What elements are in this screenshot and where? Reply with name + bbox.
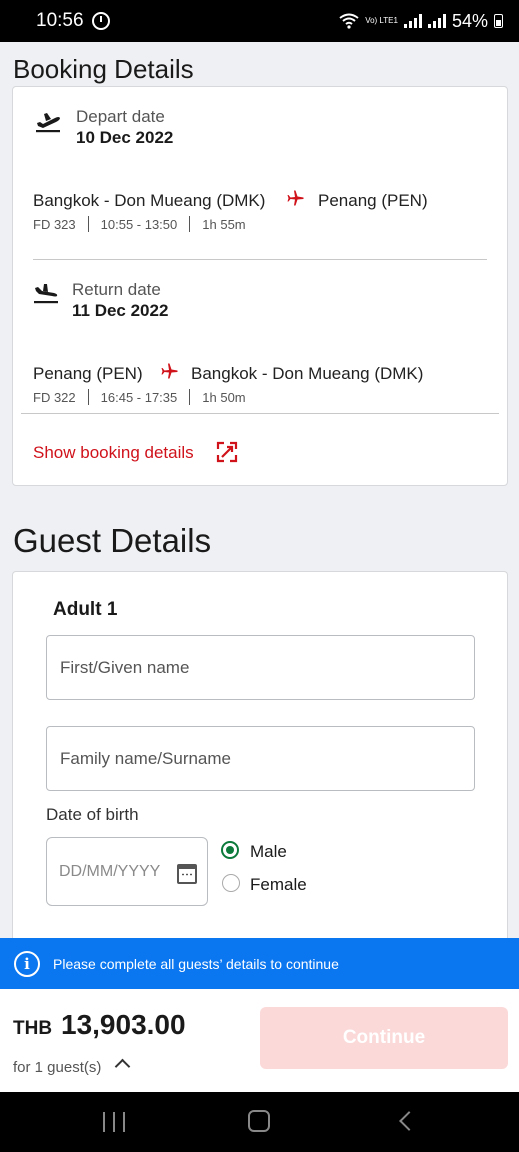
depart-duration: 1h 55m	[202, 216, 246, 232]
banner-message: Please complete all guests’ details to c…	[53, 955, 339, 972]
guest-card: Adult 1 First/Given name Family name/Sur…	[12, 571, 508, 951]
info-icon: i	[14, 950, 40, 977]
return-time: 16:45 - 17:35	[100, 389, 178, 405]
price-amount: 13,903.00	[61, 1009, 186, 1040]
depart-destination: Penang (PEN)	[318, 191, 428, 210]
guest-details-title: Guest Details	[13, 522, 212, 559]
price-footer: THB 13,903.00 for 1 guest(s) Continue	[0, 989, 519, 1092]
status-indicators: Vo) LTE1 54%	[339, 11, 503, 32]
price-currency: THB	[13, 1018, 53, 1039]
dob-input[interactable]: DD/MM/YYYY	[46, 837, 208, 906]
return-destination: Bangkok - Don Mueang (DMK)	[191, 364, 424, 383]
return-flight-meta: FD 322 16:45 - 17:35 1h 50m	[33, 389, 246, 405]
info-banner: i Please complete all guests’ details to…	[0, 938, 519, 989]
booking-card: Depart date 10 Dec 2022 Bangkok - Don Mu…	[12, 86, 508, 486]
plane-icon	[161, 363, 178, 379]
show-booking-details-link[interactable]: Show booking details	[33, 443, 194, 463]
details-divider	[21, 413, 499, 414]
gender-male-label[interactable]: Male	[250, 842, 287, 862]
meta-separator	[87, 216, 89, 232]
system-nav-bar	[0, 1092, 519, 1152]
home-icon[interactable]	[248, 1110, 270, 1132]
back-icon[interactable]	[399, 1111, 419, 1131]
booking-details-title: Booking Details	[13, 54, 194, 84]
status-bar: 10:56 Vo) LTE1 54%	[0, 0, 519, 42]
plane-icon	[287, 190, 304, 206]
return-flight-number: FD 322	[33, 389, 76, 405]
battery-icon	[494, 14, 503, 28]
depart-flight-number: FD 323	[33, 216, 76, 232]
chevron-up-icon[interactable]	[114, 1058, 131, 1075]
landing-icon	[34, 284, 58, 304]
flight-divider	[33, 259, 487, 260]
clock-icon	[91, 12, 110, 30]
battery-percent: 54%	[451, 10, 488, 31]
depart-time: 10:55 - 13:50	[100, 216, 178, 232]
meta-separator	[189, 389, 191, 405]
dob-placeholder: DD/MM/YYYY	[59, 862, 161, 880]
gender-female-label[interactable]: Female	[250, 875, 307, 895]
recent-apps-icon[interactable]	[103, 1112, 125, 1132]
return-date-label: Return date	[72, 280, 161, 299]
depart-date: 10 Dec 2022	[76, 128, 174, 147]
expand-icon[interactable]	[216, 441, 238, 463]
family-name-field[interactable]: Family name/Surname	[46, 726, 475, 791]
wifi-icon	[339, 13, 359, 29]
continue-button[interactable]: Continue	[260, 1007, 508, 1069]
return-date: 11 Dec 2022	[72, 301, 169, 320]
family-name-placeholder: Family name/Surname	[60, 748, 232, 768]
depart-flight-meta: FD 323 10:55 - 13:50 1h 55m	[33, 216, 246, 232]
depart-origin: Bangkok - Don Mueang (DMK)	[33, 191, 266, 210]
dob-label: Date of birth	[46, 805, 139, 824]
network-label: Vo) LTE1	[365, 16, 398, 25]
calendar-icon[interactable]	[177, 864, 197, 884]
depart-date-label: Depart date	[76, 107, 165, 126]
first-name-field[interactable]: First/Given name	[46, 635, 475, 700]
gender-male-radio[interactable]	[221, 841, 239, 859]
adult-label: Adult 1	[53, 599, 118, 620]
meta-separator	[189, 216, 191, 232]
meta-separator	[87, 389, 89, 405]
guest-count-label[interactable]: for 1 guest(s)	[13, 1059, 101, 1076]
return-origin: Penang (PEN)	[33, 364, 143, 383]
return-duration: 1h 50m	[202, 389, 246, 405]
signal-icon-2	[427, 14, 446, 28]
first-name-placeholder: First/Given name	[60, 657, 190, 677]
takeoff-icon	[36, 113, 60, 133]
signal-icon	[403, 14, 422, 28]
status-time: 10:56	[36, 10, 84, 31]
gender-female-radio[interactable]	[222, 874, 240, 892]
